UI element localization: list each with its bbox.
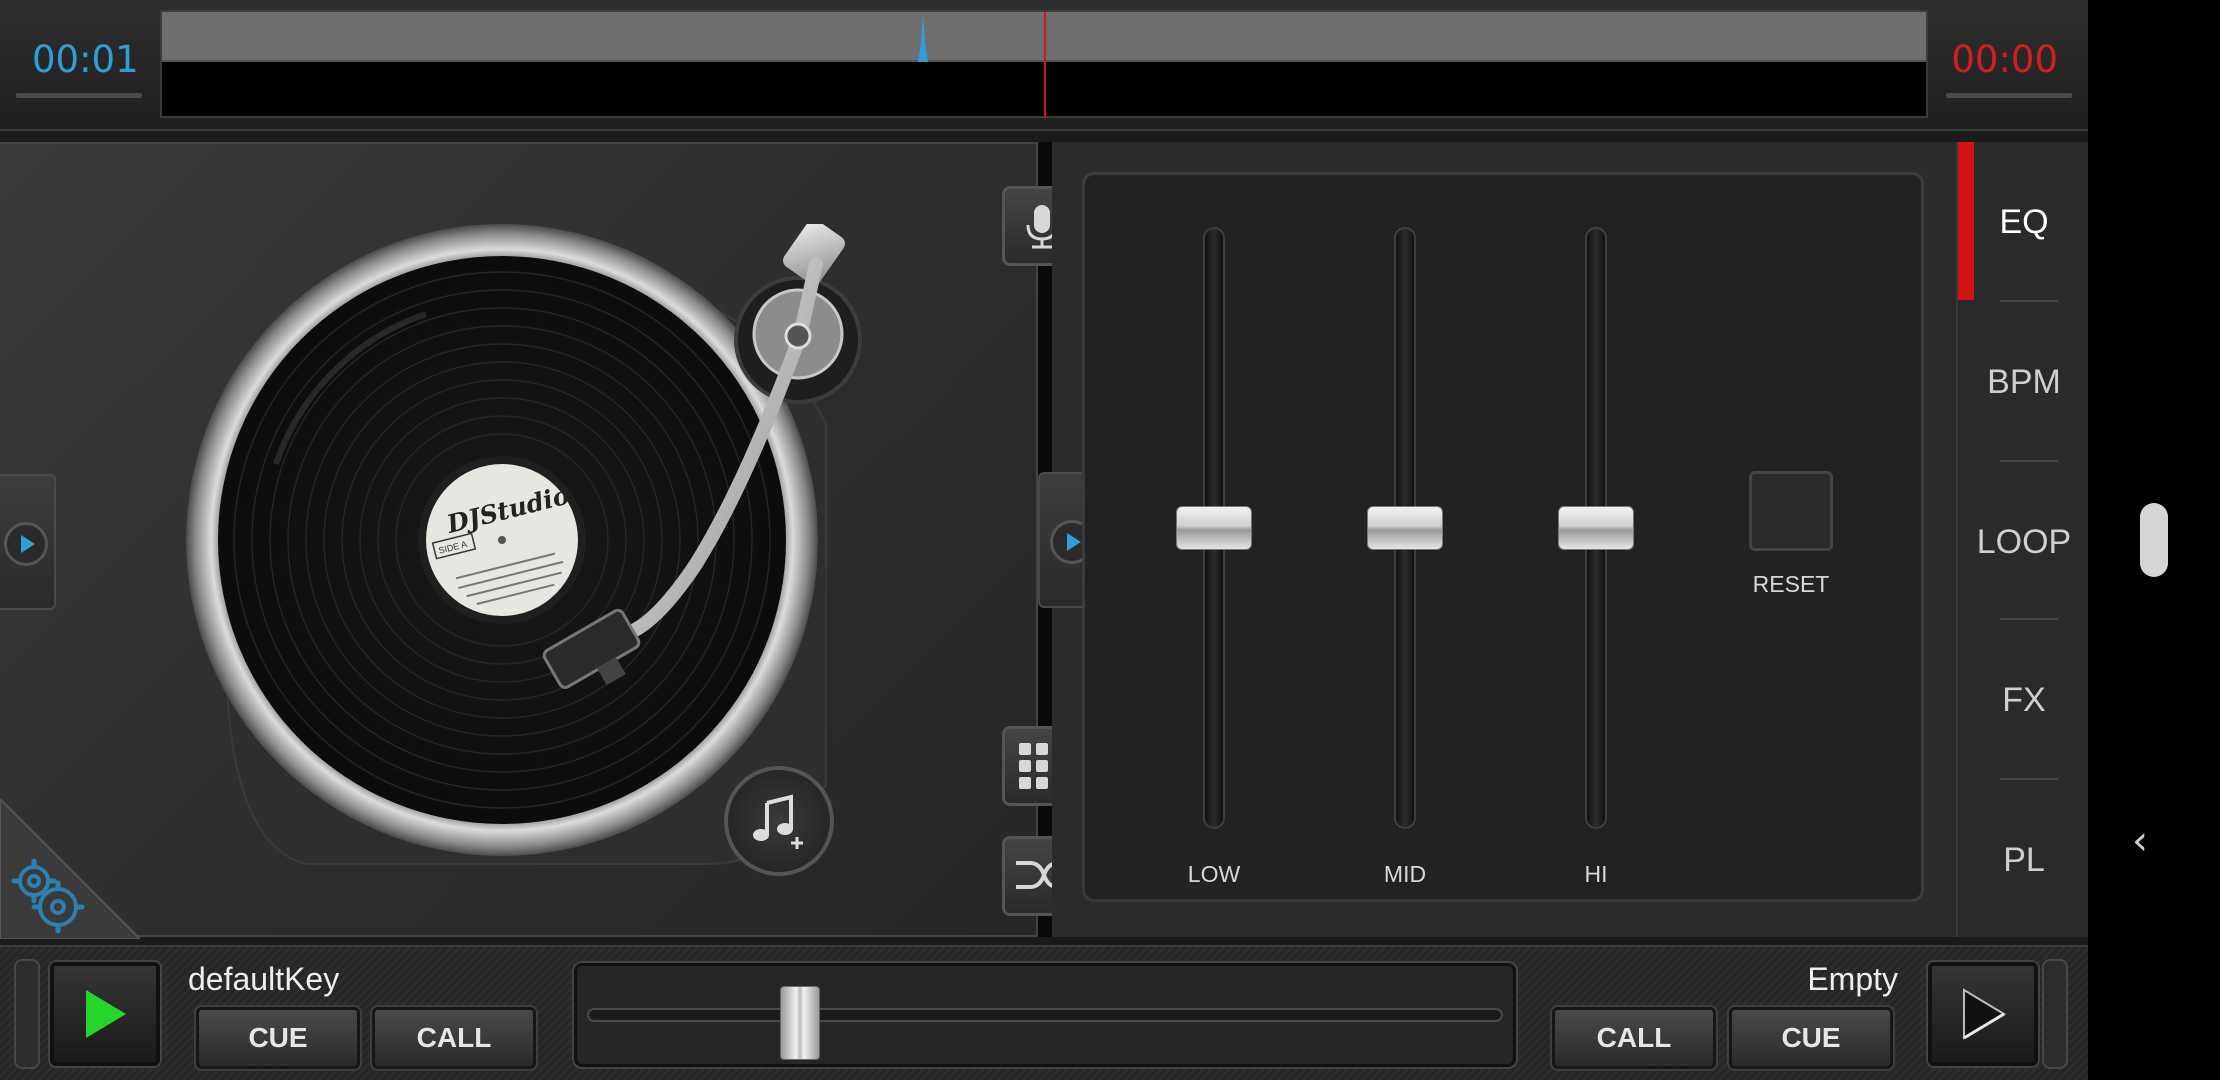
left-deck-expand-tab[interactable] <box>0 474 56 610</box>
eq-slider-hi[interactable] <box>1558 506 1634 550</box>
deck-b-cue-button[interactable]: CUE <box>1729 1007 1893 1069</box>
eq-label-low: LOW <box>1187 861 1241 887</box>
deck-a-track-name: defaultKey <box>188 961 340 997</box>
deck-b-call-button[interactable]: CALL <box>1552 1007 1716 1069</box>
deck-a-call-button[interactable]: CALL <box>372 1007 536 1069</box>
time-underline-left <box>16 93 142 98</box>
time-underline-right <box>1946 93 2072 98</box>
eq-slider-mid[interactable] <box>1367 506 1443 550</box>
deck-left-turntable: DJStudio SIDE A <box>0 142 1038 939</box>
play-icon <box>86 990 126 1038</box>
crossfader-knob[interactable] <box>779 986 820 1060</box>
right-edge-handle[interactable] <box>2042 959 2068 1069</box>
waveform-peak <box>918 14 928 62</box>
tab-loop[interactable]: LOOP <box>1958 462 2088 622</box>
play-icon <box>1963 988 2006 1040</box>
elapsed-time-left: 00:01 <box>32 38 139 81</box>
deck-a-cue-button[interactable]: CUE <box>196 1007 360 1069</box>
left-edge-handle[interactable] <box>14 959 40 1069</box>
panel-tabs: EQ BPM LOOP FX PL <box>1956 142 2088 937</box>
eq-slider-low[interactable] <box>1176 506 1252 550</box>
tab-eq[interactable]: EQ <box>1958 142 2088 302</box>
eq-reset-button[interactable] <box>1749 471 1833 551</box>
home-handle[interactable] <box>2140 503 2168 577</box>
waveform-bar: 00:01 00:00 <box>0 0 2088 131</box>
eq-label-hi: HI <box>1584 861 1608 887</box>
playhead-marker <box>1044 12 1046 118</box>
tab-fx[interactable]: FX <box>1958 620 2088 780</box>
eq-label-mid: MID <box>1383 861 1427 887</box>
deck-b-track-name: Empty <box>1807 961 1898 997</box>
waveform-display[interactable] <box>160 10 1928 118</box>
crossfader-track <box>587 1008 1503 1022</box>
tab-bpm[interactable]: BPM <box>1958 302 2088 462</box>
tab-pl[interactable]: PL <box>1958 780 2088 940</box>
system-nav-bar: ‹ <box>2088 0 2220 1080</box>
eq-panel: LOW MID HI RESET <box>1038 142 1956 937</box>
back-chevron-icon[interactable]: ‹ <box>2132 818 2148 864</box>
deck-a-play-button[interactable] <box>50 962 160 1066</box>
music-add-icon <box>753 794 803 849</box>
dj-app: 00:01 00:00 DJStudio SIDE A LOW MID HI R… <box>0 0 2088 1080</box>
elapsed-time-right: 00:00 <box>1951 38 2058 81</box>
play-circle-icon <box>4 522 48 566</box>
settings-icon[interactable] <box>0 799 140 939</box>
deck-b-play-button[interactable] <box>1928 962 2038 1066</box>
crossfader[interactable] <box>574 963 1516 1067</box>
eq-reset-label: RESET <box>1752 571 1830 597</box>
music-add-button[interactable] <box>724 766 834 876</box>
transport-bar: defaultKey CUE CALL CALL CUE Empty <box>0 945 2088 1080</box>
eq-controls: LOW MID HI RESET <box>1082 172 1924 902</box>
